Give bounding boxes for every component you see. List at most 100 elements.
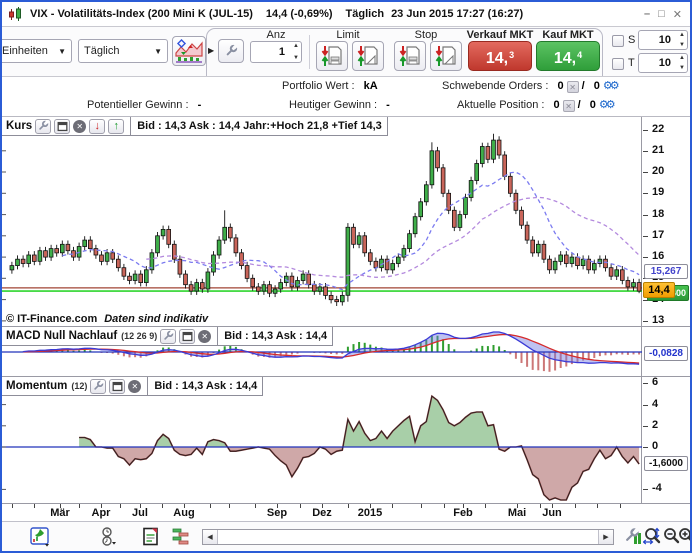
minimize-icon[interactable]: – — [644, 8, 650, 21]
panel-title: Kurs — [6, 120, 32, 132]
momentum-tick-label: 2 — [652, 419, 658, 431]
notes-button[interactable] — [140, 526, 162, 548]
close-icon[interactable]: ✕ — [673, 8, 682, 21]
s-checkbox-label: S — [628, 34, 635, 46]
buy-market-button[interactable]: 14,4 — [536, 41, 600, 71]
portfolio-value: Portfolio Wert : kA — [282, 77, 378, 96]
detach-panel-button[interactable] — [109, 379, 125, 394]
detach-panel-button[interactable] — [179, 329, 195, 344]
time-axis-tick — [229, 504, 230, 508]
chart-style-button[interactable] — [172, 36, 206, 66]
stepper-arrows-icon[interactable]: ▲▼ — [293, 43, 299, 61]
scrollbar-track[interactable] — [218, 530, 598, 544]
time-axis[interactable]: MärAprJulAugSepDez2015FebMaiJun — [2, 504, 690, 521]
sell-stop-order-button[interactable] — [394, 41, 426, 71]
panel-params: (12) — [71, 381, 87, 391]
account-summary: Portfolio Wert : kA Schwebende Orders : … — [2, 77, 690, 117]
quick-sell-button[interactable]: ↓ — [89, 119, 105, 134]
order-book-button[interactable] — [170, 526, 192, 548]
orders-list-icon[interactable]: ✕ — [567, 81, 579, 93]
time-axis-tick — [392, 504, 393, 508]
toolbar-divider — [309, 35, 310, 69]
pending-orders: Schwebende Orders : 0 ✕ / 0 ⚙⚙ — [442, 77, 617, 96]
stepper-arrows-icon[interactable]: ▲▼ — [679, 32, 685, 48]
order-settings-button[interactable] — [218, 39, 244, 63]
chart-settings-button[interactable] — [622, 526, 644, 548]
t-value-stepper[interactable]: 10 ▲▼ — [638, 53, 688, 73]
quick-buy-button[interactable]: ↑ — [108, 119, 124, 134]
app-window: VIX - Volatilitäts-Index (200 Mini K (JU… — [0, 0, 692, 553]
axis-tick — [643, 257, 648, 258]
chart-style-icon — [175, 39, 203, 63]
chevron-down-icon: ▼ — [58, 47, 66, 56]
position-list-icon[interactable]: ✕ — [563, 100, 575, 112]
price-tick-label: 13 — [652, 314, 664, 326]
scroll-right-icon[interactable]: ▶ — [598, 530, 613, 544]
close-panel-icon[interactable]: ✕ — [73, 120, 86, 133]
gears-icon[interactable]: ⚙⚙ — [603, 77, 617, 96]
gears-icon[interactable]: ⚙⚙ — [599, 96, 613, 115]
close-panel-icon[interactable]: ✕ — [198, 330, 211, 343]
indicator-settings-button[interactable] — [35, 119, 51, 134]
detach-panel-button[interactable] — [54, 119, 70, 134]
zoom-in-icon — [677, 527, 692, 547]
window-datetime: 23 Jun 2015 17:27 (16:27) — [391, 8, 523, 20]
indicator-settings-button[interactable] — [90, 379, 106, 394]
wrench-icon — [224, 44, 238, 58]
time-axis-month: 2015 — [358, 507, 382, 519]
zoom-in-button[interactable] — [676, 526, 692, 548]
time-axis-tick — [162, 504, 163, 508]
maximize-icon[interactable]: □ — [658, 8, 665, 21]
target-checkbox[interactable] — [612, 58, 624, 70]
header-divider — [130, 117, 131, 136]
sell-market-button[interactable]: 14,3 — [468, 41, 532, 71]
quantity-stepper[interactable]: 1 ▲▼ — [250, 41, 302, 63]
stop-label: Stop — [404, 29, 448, 41]
stop-checkbox[interactable] — [612, 35, 624, 47]
price-stats: Bid : 14,3 Ask : 14,4 Jahr:+Hoch 21,8 +T… — [137, 120, 382, 132]
price-axis[interactable]: 15,267 14,400 14,4 22212019181716151413 — [643, 117, 690, 326]
time-axis-tick — [575, 504, 576, 508]
momentum-axis[interactable]: -1,6000 6420-4 — [643, 377, 690, 503]
panel-title: MACD Null Nachlauf — [6, 330, 117, 342]
stop-order-icon — [398, 44, 422, 68]
time-axis-month: Feb — [453, 507, 473, 519]
time-axis-tick — [210, 504, 211, 508]
panel-params: (12 26 9) — [121, 331, 157, 341]
s-value-stepper[interactable]: 10 ▲▼ — [638, 30, 688, 50]
price-plot[interactable] — [2, 117, 642, 326]
time-zones-button[interactable] — [97, 526, 119, 548]
units-dropdown-value: Einheiten — [2, 45, 48, 57]
close-panel-icon[interactable]: ✕ — [128, 380, 141, 393]
axis-tick — [643, 193, 648, 194]
period-dropdown[interactable]: Täglich ▼ — [78, 39, 168, 63]
collapse-arrow-icon[interactable]: ▶ — [208, 46, 214, 55]
bottom-toolbar: ◀ ▶ — [2, 521, 690, 551]
stepper-arrows-icon[interactable]: ▲▼ — [679, 55, 685, 71]
time-axis-tick — [485, 504, 486, 508]
units-dropdown[interactable]: Einheiten ▼ — [0, 39, 72, 63]
axis-tick — [643, 215, 648, 216]
price-tick-label: 19 — [652, 186, 664, 198]
detach-chart-button[interactable] — [30, 526, 52, 548]
time-axis-tick — [348, 504, 349, 508]
wrench-icon — [37, 120, 49, 132]
macd-axis[interactable]: -0,0828 — [643, 327, 690, 376]
sell-limit-order-button[interactable] — [316, 41, 348, 71]
macd-panel-header: MACD Null Nachlauf (12 26 9) ✕ Bid : 14,… — [2, 327, 333, 346]
indicator-settings-button[interactable] — [160, 329, 176, 344]
buy-stop-order-button[interactable] — [430, 41, 462, 71]
buy-limit-order-button[interactable] — [352, 41, 384, 71]
wrench-icon — [162, 330, 174, 342]
time-axis-tick — [540, 504, 541, 508]
momentum-panel-header: Momentum (12) ✕ Bid : 14,3 Ask : 14,4 — [2, 377, 263, 396]
copyright-note: © IT-Finance.comDaten sind indikativ — [6, 313, 208, 325]
price-tick-label: 20 — [652, 165, 664, 177]
scroll-left-icon[interactable]: ◀ — [203, 530, 218, 544]
axis-tick — [643, 172, 648, 173]
window-quote: 14,4 (-0,69%) — [266, 8, 333, 20]
time-axis-month: Aug — [173, 507, 194, 519]
chart-scrollbar[interactable]: ◀ ▶ — [202, 529, 614, 545]
last-price-box: 14,4 — [643, 282, 675, 298]
today-gain: Heutiger Gewinn : - — [289, 96, 390, 115]
